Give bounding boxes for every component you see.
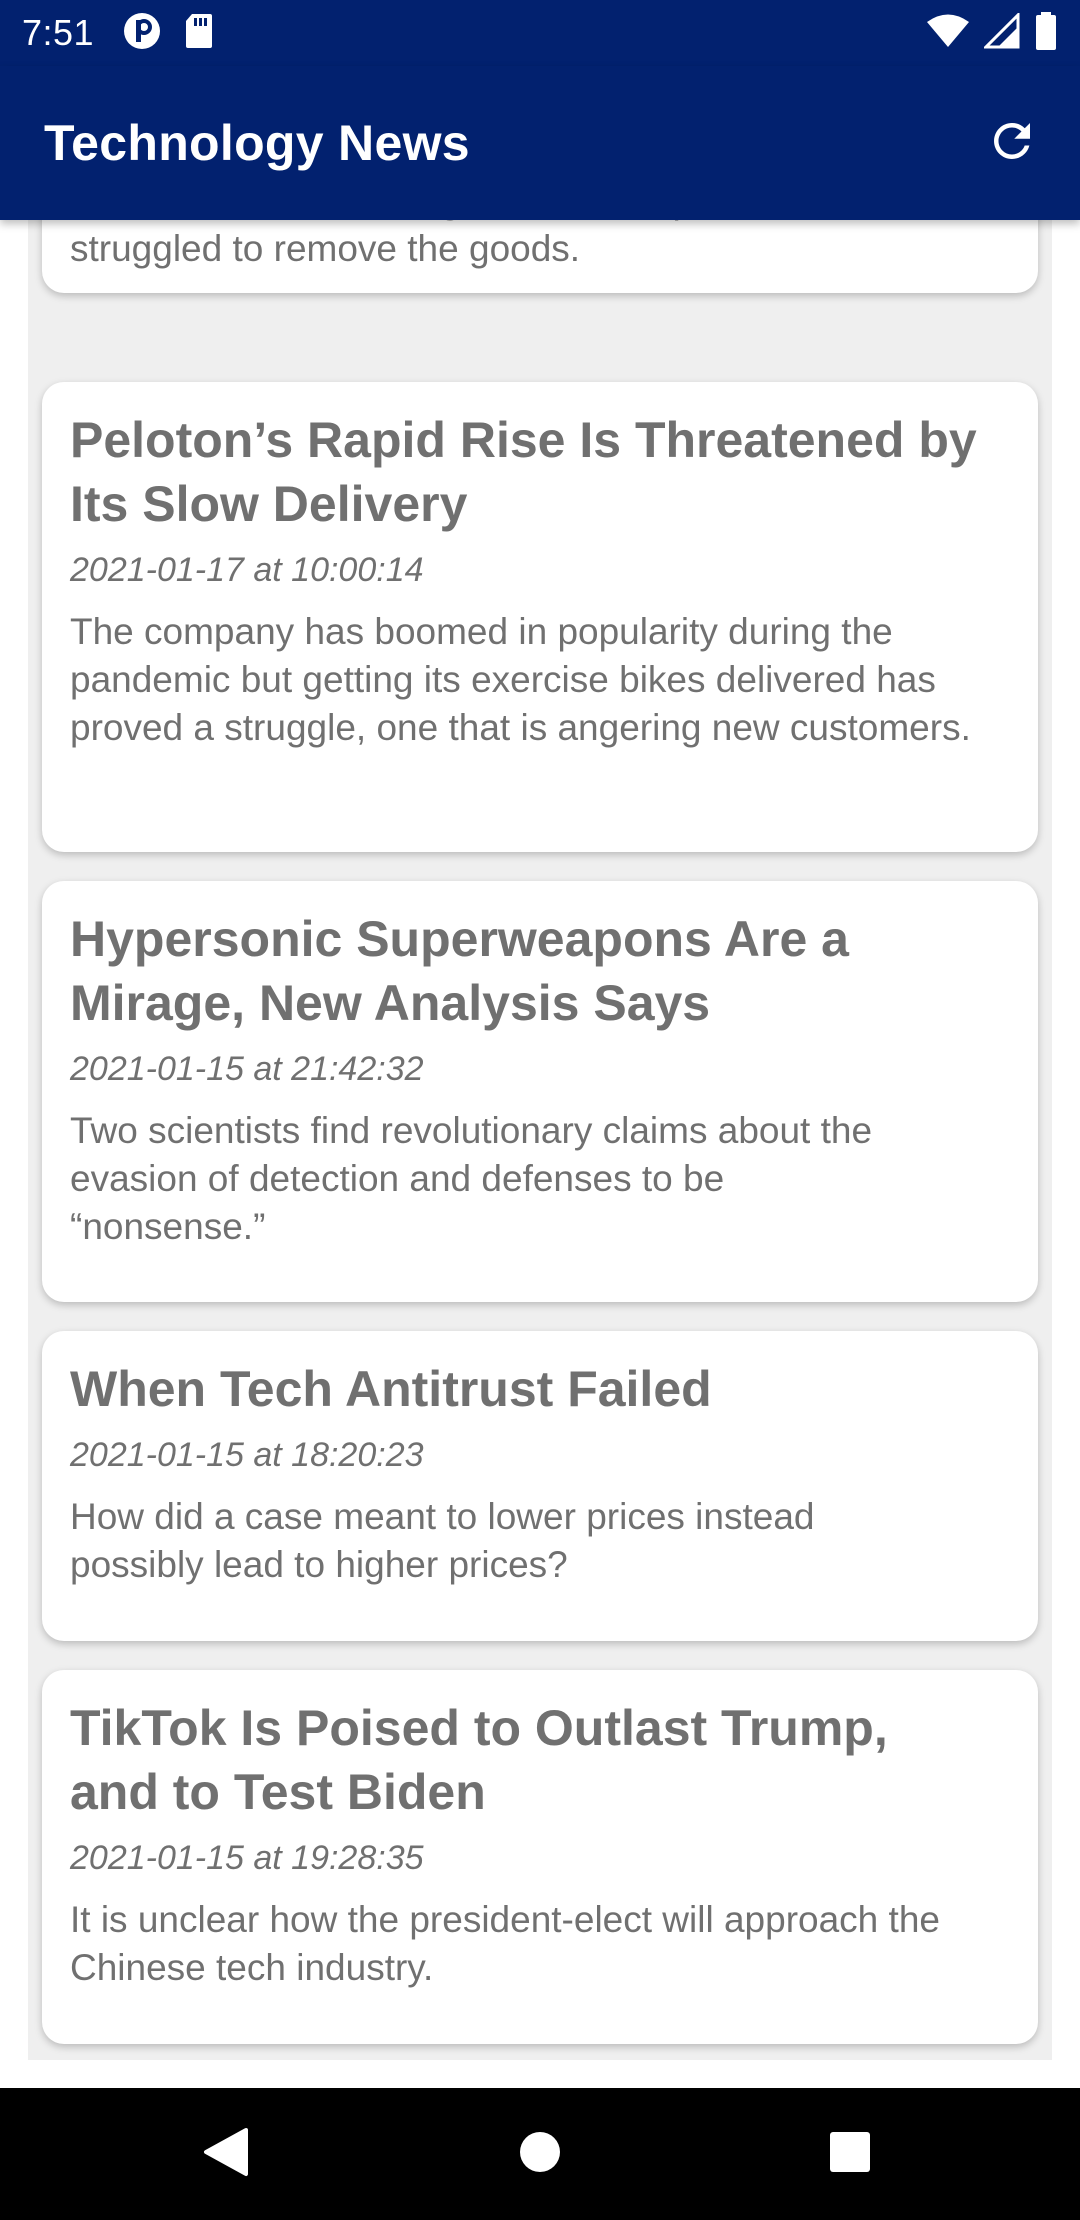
battery-icon [1034,11,1058,56]
news-card[interactable]: Peloton’s Rapid Rise Is Threatened by It… [42,382,1038,852]
status-time: 7:51 [22,12,95,53]
recents-button[interactable] [790,2088,910,2220]
page-title: Technology News [44,115,470,171]
status-bar: 7:51 [0,0,1080,66]
news-card-description: How did a case meant to lower prices ins… [70,1496,815,1585]
news-list[interactable]: e-commerce sites, a sign of how the plat… [28,220,1052,2060]
news-card-description: It is unclear how the president-elect wi… [70,1899,940,1988]
news-card-description: The company has boomed in popularity dur… [70,611,971,748]
news-card-date: 2021-01-15 at 21:42:32 [70,1050,424,1088]
wifi-icon [926,13,970,54]
news-card-description: Two scientists find revolutionary claims… [70,1110,873,1247]
refresh-icon [985,114,1039,173]
news-card-title: TikTok Is Poised to Outlast Trump, and t… [70,1700,888,1820]
news-card[interactable]: e-commerce sites, a sign of how the plat… [42,220,1038,293]
back-button[interactable] [166,2088,286,2220]
navigation-bar [0,2088,1080,2220]
notification-p-icon [122,11,162,56]
news-card-title: When Tech Antitrust Failed [70,1361,712,1417]
refresh-button[interactable] [982,113,1042,173]
news-card-description: e-commerce sites, a sign of how the plat… [70,220,915,269]
back-icon [202,2126,250,2183]
news-card-date: 2021-01-17 at 10:00:14 [70,551,424,589]
news-card[interactable]: When Tech Antitrust Failed 2021-01-15 at… [42,1331,1038,1641]
news-card[interactable]: TikTok Is Poised to Outlast Trump, and t… [42,1670,1038,2044]
signal-icon [982,10,1020,54]
recents-icon [828,2130,872,2179]
sd-card-icon [184,12,214,55]
news-card-title: Hypersonic Superweapons Are a Mirage, Ne… [70,911,849,1031]
news-card-title: Peloton’s Rapid Rise Is Threatened by It… [70,412,977,532]
news-card-date: 2021-01-15 at 18:20:23 [70,1436,424,1474]
news-card-date: 2021-01-15 at 19:28:35 [70,1839,424,1877]
app-bar: Technology News [0,66,1080,220]
news-card[interactable]: Hypersonic Superweapons Are a Mirage, Ne… [42,881,1038,1302]
home-button[interactable] [480,2088,600,2220]
home-icon [518,2130,562,2179]
